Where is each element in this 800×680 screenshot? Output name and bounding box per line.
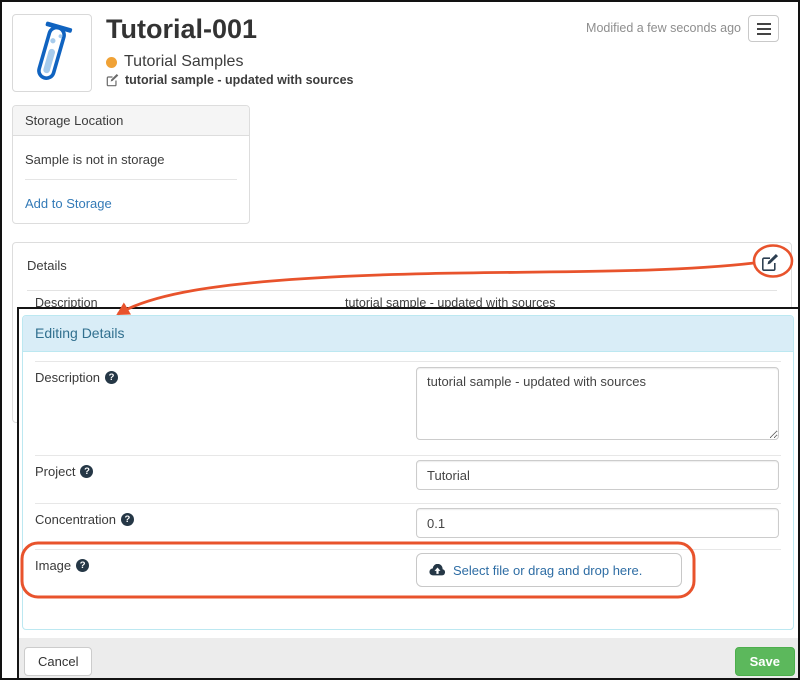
editing-details-panel: Editing Details Description ? tutorial s… bbox=[22, 315, 794, 630]
storage-status-text: Sample is not in storage bbox=[25, 152, 164, 167]
divider bbox=[35, 361, 781, 362]
screenshot-frame: Tutorial-001 Tutorial Samples tutorial s… bbox=[0, 0, 800, 680]
help-icon[interactable]: ? bbox=[76, 559, 89, 572]
modified-timestamp: Modified a few seconds ago bbox=[586, 21, 741, 35]
modal-title: Editing Details bbox=[23, 316, 793, 352]
sample-group-label: Tutorial Samples bbox=[124, 53, 243, 71]
sample-description-note: tutorial sample - updated with sources bbox=[106, 73, 354, 87]
project-field-label: Project ? bbox=[35, 464, 93, 479]
modal-footer: Cancel Save bbox=[19, 638, 800, 680]
divider bbox=[35, 455, 781, 456]
dropzone-label: Select file or drag and drop here. bbox=[453, 563, 642, 578]
hamburger-icon bbox=[757, 23, 771, 35]
storage-panel-title: Storage Location bbox=[13, 106, 249, 136]
cloud-upload-icon bbox=[429, 564, 446, 577]
help-icon[interactable]: ? bbox=[121, 513, 134, 526]
details-panel-title: Details bbox=[27, 258, 67, 273]
save-button[interactable]: Save bbox=[735, 647, 795, 676]
cancel-button[interactable]: Cancel bbox=[24, 647, 92, 676]
help-icon[interactable]: ? bbox=[80, 465, 93, 478]
image-field-label: Image ? bbox=[35, 558, 89, 573]
image-file-dropzone[interactable]: Select file or drag and drop here. bbox=[416, 553, 682, 587]
edit-details-button[interactable] bbox=[761, 254, 779, 272]
description-field-label: Description ? bbox=[35, 370, 118, 385]
pencil-square-icon bbox=[761, 254, 779, 272]
divider bbox=[35, 549, 781, 550]
description-textarea[interactable]: tutorial sample - updated with sources bbox=[416, 367, 779, 440]
help-icon[interactable]: ? bbox=[105, 371, 118, 384]
concentration-input[interactable] bbox=[416, 508, 779, 538]
options-menu-button[interactable] bbox=[748, 15, 779, 42]
divider bbox=[35, 503, 781, 504]
sample-group: Tutorial Samples bbox=[106, 53, 243, 71]
editing-details-modal: Editing Details Description ? tutorial s… bbox=[17, 307, 800, 680]
project-input[interactable] bbox=[416, 460, 779, 490]
divider bbox=[25, 179, 237, 180]
storage-location-panel: Storage Location Sample is not in storag… bbox=[12, 105, 250, 224]
add-to-storage-link[interactable]: Add to Storage bbox=[25, 196, 112, 211]
sample-description-text: tutorial sample - updated with sources bbox=[125, 73, 354, 87]
divider bbox=[27, 290, 777, 291]
page-title: Tutorial-001 bbox=[106, 14, 257, 45]
test-tube-icon bbox=[25, 21, 79, 85]
sample-group-dot-icon bbox=[106, 57, 117, 68]
sample-avatar bbox=[12, 14, 92, 92]
concentration-field-label: Concentration ? bbox=[35, 512, 134, 527]
pencil-square-icon bbox=[106, 74, 119, 87]
